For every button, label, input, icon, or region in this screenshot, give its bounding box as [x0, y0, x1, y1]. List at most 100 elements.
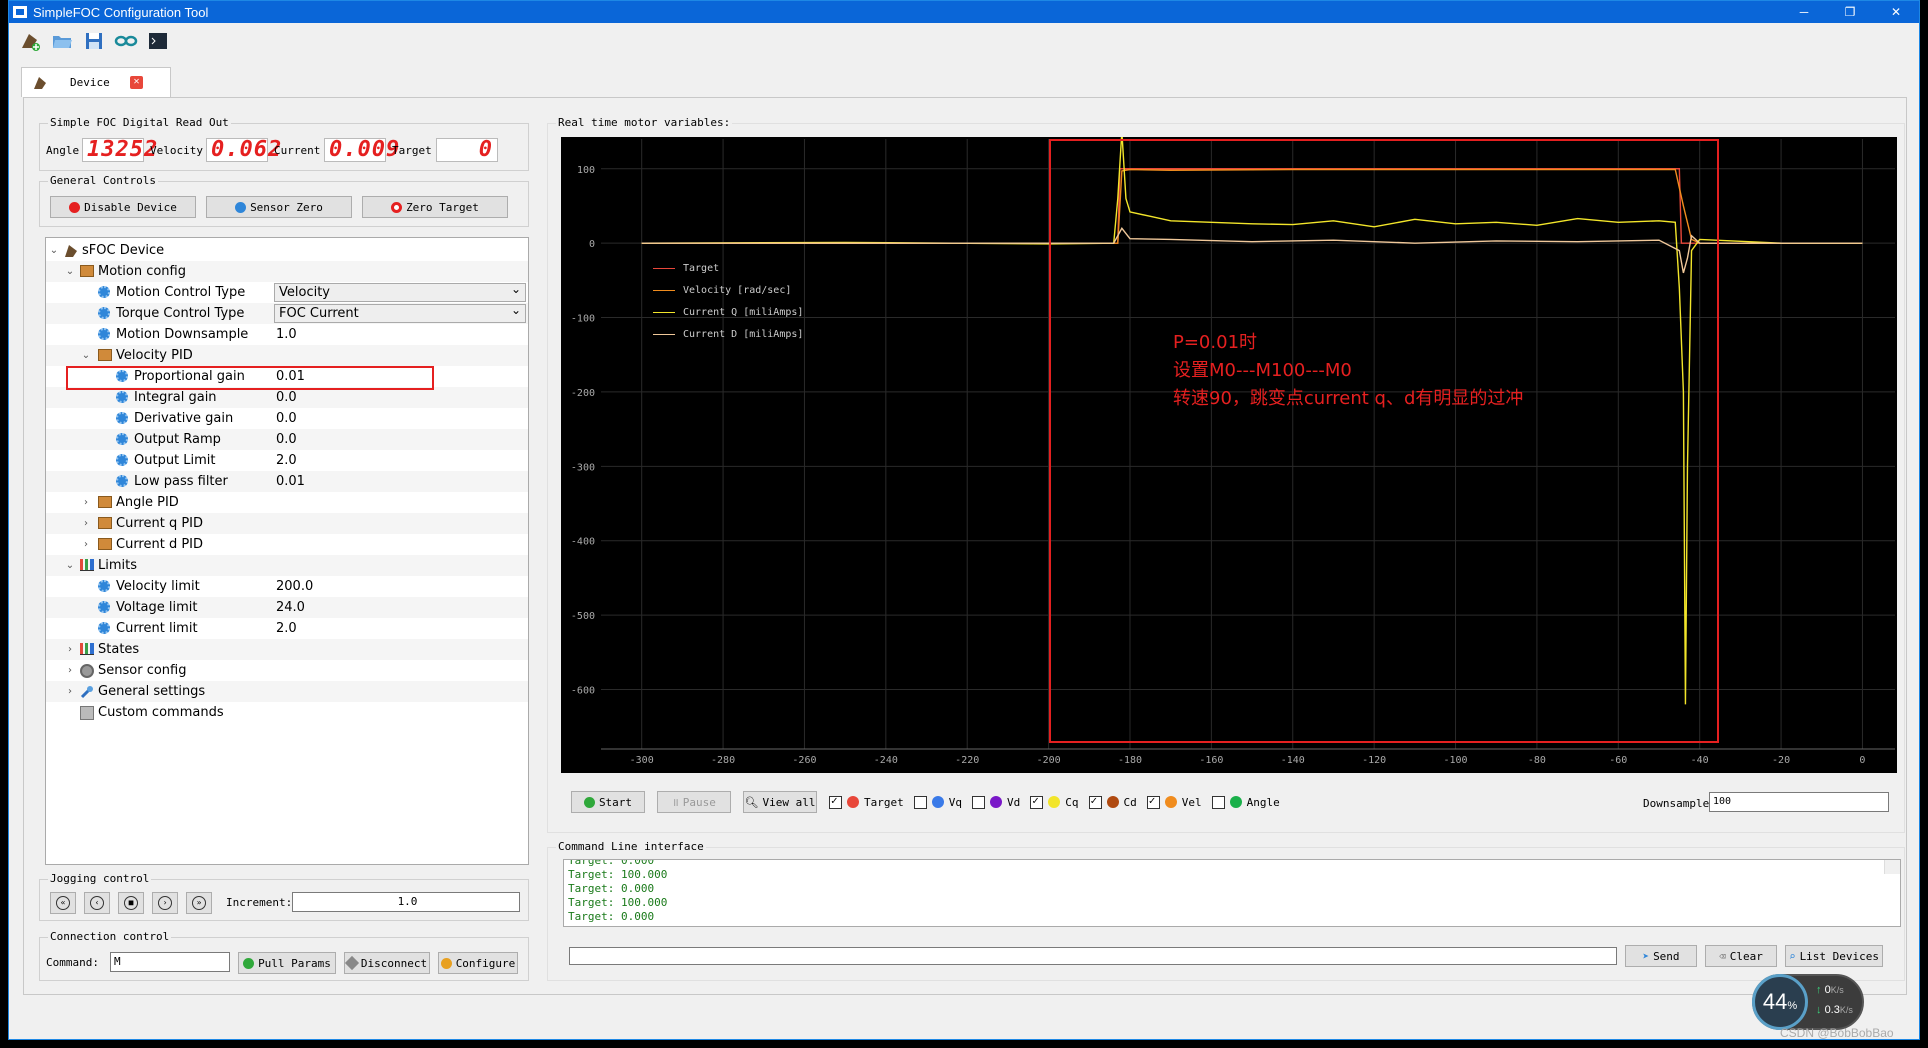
- tree-item-states[interactable]: › States: [46, 639, 528, 660]
- jog-back-button[interactable]: ‹: [84, 892, 110, 914]
- tree-item-sfoc-device[interactable]: ⌄ sFOC Device: [46, 240, 528, 261]
- tree-item-limits[interactable]: ⌄ Limits: [46, 555, 528, 576]
- expand-arrow-icon[interactable]: ›: [80, 513, 92, 534]
- collapse-arrow-icon[interactable]: ⌄: [64, 261, 76, 282]
- tree-item-motion-downsample[interactable]: Motion Downsample 1.0: [46, 324, 528, 345]
- cli-line: Target: 0.000: [568, 859, 655, 867]
- tab-close-icon[interactable]: ✕: [130, 76, 143, 89]
- add-device-icon[interactable]: [17, 28, 43, 54]
- disable-device-button[interactable]: Disable Device: [50, 196, 196, 218]
- integral-gain-value[interactable]: 0.0: [276, 387, 297, 408]
- pull-params-button[interactable]: Pull Params: [238, 952, 336, 974]
- configure-button[interactable]: Configure: [438, 952, 518, 974]
- tree-item-sensor-config[interactable]: › Sensor config: [46, 660, 528, 681]
- cli-title: Command Line interface: [556, 840, 706, 853]
- send-button[interactable]: ➤ Send: [1625, 945, 1697, 967]
- minimize-button[interactable]: ─: [1781, 1, 1827, 23]
- disconnect-button[interactable]: Disconnect: [344, 952, 430, 974]
- maximize-button[interactable]: ❐: [1827, 1, 1873, 23]
- tree-item-integral-gain[interactable]: Integral gain 0.0: [46, 387, 528, 408]
- readout-title: Simple FOC Digital Read Out: [48, 116, 231, 129]
- current-limit-value[interactable]: 2.0: [276, 618, 297, 639]
- bar-chart-icon: [80, 559, 94, 571]
- downsample-input[interactable]: 100: [1709, 792, 1889, 812]
- device-tree[interactable]: ⌄ sFOC Device ⌄ Motion config Motion Con…: [45, 237, 529, 865]
- start-button[interactable]: Start: [571, 791, 645, 813]
- signal-toggle[interactable]: Cd: [1088, 794, 1137, 809]
- list-devices-button[interactable]: ⌕ List Devices: [1785, 945, 1883, 967]
- tree-item-voltage-limit[interactable]: Voltage limit 24.0: [46, 597, 528, 618]
- cli-scrollbar[interactable]: [1884, 860, 1900, 874]
- tree-item-current-d-pid[interactable]: › Current d PID: [46, 534, 528, 555]
- increment-input[interactable]: 1.0: [292, 892, 520, 912]
- collapse-arrow-icon[interactable]: ⌄: [64, 555, 76, 576]
- voltage-limit-value[interactable]: 24.0: [276, 597, 305, 618]
- derivative-gain-value[interactable]: 0.0: [276, 408, 297, 429]
- tree-item-velocity-pid[interactable]: ⌄ Velocity PID: [46, 345, 528, 366]
- cli-input[interactable]: [569, 947, 1617, 965]
- signal-toggle[interactable]: Vd: [972, 795, 1020, 809]
- view-all-button[interactable]: 🔍︎ View all: [743, 791, 817, 813]
- output-ramp-value[interactable]: 0.0: [276, 429, 297, 450]
- velocity-limit-value[interactable]: 200.0: [276, 576, 313, 597]
- connection-group: Connection control Command: M Pull Param…: [39, 930, 529, 981]
- tree-item-velocity-limit[interactable]: Velocity limit 200.0: [46, 576, 528, 597]
- realtime-plot[interactable]: -300 -280 -260 -240 -220 -200 -180 -160 -140 -120…: [561, 131, 1897, 773]
- tree-item-motion-config[interactable]: ⌄ Motion config: [46, 261, 528, 282]
- signal-toggle[interactable]: Cq: [1030, 794, 1079, 809]
- command-input[interactable]: M: [110, 952, 230, 972]
- back-icon: ‹: [90, 896, 104, 910]
- tree-item-derivative-gain[interactable]: Derivative gain 0.0: [46, 408, 528, 429]
- gear-icon: [98, 307, 110, 319]
- stop-icon: [69, 201, 81, 213]
- signal-toggle[interactable]: Vq: [913, 795, 962, 809]
- tree-item-current-q-pid[interactable]: › Current q PID: [46, 513, 528, 534]
- expand-arrow-icon[interactable]: ›: [64, 660, 76, 681]
- expand-arrow-icon[interactable]: ›: [80, 534, 92, 555]
- cli-output[interactable]: Target: 0.000 Target: 100.000 Target: 0.…: [563, 859, 1901, 927]
- collapse-arrow-icon[interactable]: ⌄: [80, 345, 92, 366]
- expand-arrow-icon[interactable]: ›: [80, 492, 92, 513]
- jog-fast-back-button[interactable]: «: [50, 892, 76, 914]
- cli-line: Target: 0.000: [568, 882, 655, 895]
- tree-item-custom-commands[interactable]: Custom commands: [46, 702, 528, 723]
- cli-line: Target: 0.000: [568, 910, 655, 923]
- low-pass-filter-value[interactable]: 0.01: [276, 471, 305, 492]
- arduino-icon[interactable]: [113, 28, 139, 54]
- tab-device[interactable]: Device ✕: [21, 67, 171, 97]
- network-monitor-widget[interactable]: 44% ↑ 0K/s ↓ 0.3K/s: [1752, 974, 1864, 1030]
- motion-downsample-value[interactable]: 1.0: [276, 324, 297, 345]
- close-button[interactable]: ✕: [1873, 1, 1919, 23]
- color-dot-icon: [990, 796, 1002, 808]
- pause-button[interactable]: ॥ Pause: [657, 791, 731, 813]
- output-limit-value[interactable]: 2.0: [276, 450, 297, 471]
- jog-stop-button[interactable]: ■: [118, 892, 144, 914]
- wrench-icon: [80, 685, 94, 699]
- signal-toggle[interactable]: Vel: [1146, 794, 1202, 809]
- jog-forward-button[interactable]: ›: [152, 892, 178, 914]
- tree-item-angle-pid[interactable]: › Angle PID: [46, 492, 528, 513]
- expand-arrow-icon[interactable]: ›: [64, 681, 76, 702]
- target-icon: [391, 201, 403, 213]
- collapse-arrow-icon[interactable]: ⌄: [48, 240, 60, 261]
- tree-item-output-ramp[interactable]: Output Ramp 0.0: [46, 429, 528, 450]
- save-icon[interactable]: [81, 28, 107, 54]
- sensor-zero-button[interactable]: Sensor Zero: [206, 196, 352, 218]
- signal-toggle[interactable]: Target: [829, 794, 904, 809]
- motion-control-type-select[interactable]: Velocity: [274, 281, 526, 302]
- clear-button[interactable]: ⌫ Clear: [1705, 945, 1777, 967]
- torque-control-type-select[interactable]: FOC Current: [274, 302, 526, 323]
- tree-item-motion-control-type[interactable]: Motion Control Type Velocity: [46, 281, 528, 303]
- tree-item-output-limit[interactable]: Output Limit 2.0: [46, 450, 528, 471]
- tree-item-low-pass-filter[interactable]: Low pass filter 0.01: [46, 471, 528, 492]
- zero-target-button[interactable]: Zero Target: [362, 196, 508, 218]
- expand-arrow-icon[interactable]: ›: [64, 639, 76, 660]
- tree-item-general-settings[interactable]: › General settings: [46, 681, 528, 702]
- terminal-icon[interactable]: [145, 28, 171, 54]
- fast-forward-icon: »: [192, 896, 206, 910]
- signal-toggle[interactable]: Angle: [1211, 795, 1280, 809]
- open-folder-icon[interactable]: [49, 28, 75, 54]
- tree-item-torque-control-type[interactable]: Torque Control Type FOC Current: [46, 302, 528, 324]
- jog-fast-forward-button[interactable]: »: [186, 892, 212, 914]
- tree-item-current-limit[interactable]: Current limit 2.0: [46, 618, 528, 639]
